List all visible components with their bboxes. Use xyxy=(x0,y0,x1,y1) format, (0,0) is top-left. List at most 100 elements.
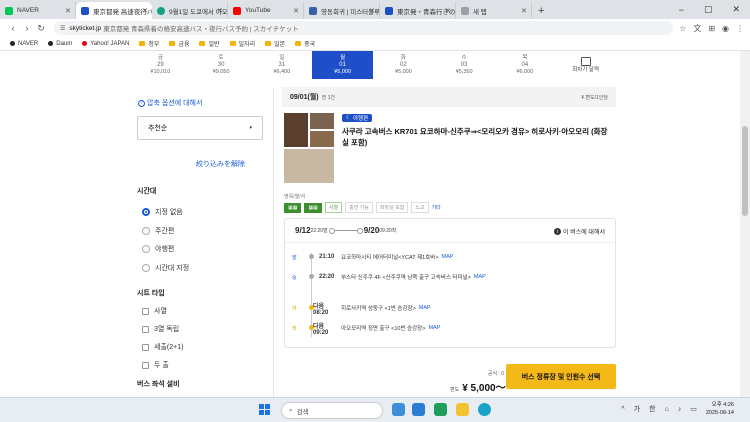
bus-tags: ▦▦ ▦▦ 사열 충전 가능 화장실 포함 노교 기타 xyxy=(284,202,441,213)
seat-section-title: 시트 타입 xyxy=(137,290,165,297)
close-icon[interactable]: ✕ xyxy=(293,7,299,15)
tab-new[interactable]: 새 탭 ✕ xyxy=(456,2,532,19)
volume-icon[interactable]: ♪ xyxy=(678,406,682,413)
date-option[interactable]: 수 03 ¥5,350 xyxy=(434,51,495,79)
bookmark-folder[interactable]: 금융 xyxy=(169,39,189,48)
close-icon[interactable]: ✕ xyxy=(217,7,223,15)
browser-toolbar: ‹ › ↻ ☰ skyticket.jp 東京都発 青森県着の格安高速バス・夜行… xyxy=(0,19,750,37)
moon-icon: ☾ xyxy=(346,115,351,121)
date-option[interactable]: 금 29 ¥10,010 xyxy=(130,51,191,79)
grid-favicon xyxy=(461,6,469,15)
map-link[interactable]: MAP xyxy=(474,274,486,280)
bookmark-folder[interactable]: 일본 xyxy=(265,39,285,48)
bookmark-folder[interactable]: 일자리 xyxy=(229,39,255,48)
minimize-button[interactable]: − xyxy=(679,5,684,15)
seat-option-2plus1[interactable]: 세출(2+1) xyxy=(142,342,183,352)
close-icon[interactable]: ✕ xyxy=(521,7,527,15)
close-icon[interactable]: ✕ xyxy=(445,7,451,15)
clock[interactable]: 오후 4:26 2025-08-14 xyxy=(706,401,734,417)
checkbox xyxy=(142,361,149,369)
more-tags-link[interactable]: 기타 xyxy=(432,204,441,211)
close-window-button[interactable]: ✕ xyxy=(732,4,740,15)
profile-icon[interactable]: ◉ xyxy=(722,24,729,33)
network-icon[interactable]: ⌂ xyxy=(665,406,669,413)
seat-option-3row[interactable]: 3열 독립 xyxy=(142,324,179,334)
tab-chatgpt[interactable]: 9월1일 도쿄에서 아오모 ✕ xyxy=(152,2,228,19)
edge-browser-icon[interactable] xyxy=(478,403,491,416)
time-option-any[interactable]: 지정 없음 xyxy=(142,207,183,217)
address-bar[interactable]: ☰ skyticket.jp 東京都発 青森県着の格安高速バス・夜行バス予約 |… xyxy=(54,21,674,35)
seat-option-2row[interactable]: 두 출 xyxy=(142,360,169,370)
search-icon: ⌕ xyxy=(289,406,293,414)
battery-icon[interactable]: ▭ xyxy=(690,405,697,413)
tab-mrblue[interactable]: 영동회귀 | 미스터블루 ✕ xyxy=(304,2,380,19)
bookmark-star-icon[interactable]: ☆ xyxy=(679,24,686,33)
app-icon-monitor[interactable] xyxy=(392,403,405,416)
translate-icon[interactable]: 文 xyxy=(693,23,701,34)
yahoo-icon xyxy=(82,41,88,46)
close-icon[interactable]: ✕ xyxy=(65,7,71,15)
tab-youtube[interactable]: YouTube ✕ xyxy=(228,2,304,19)
tab-skyticket-aomori[interactable]: 東京発・青森行きの高 ✕ xyxy=(380,2,456,19)
time-option-day[interactable]: 주간편 xyxy=(142,226,174,236)
menu-icon[interactable]: ⋮ xyxy=(736,24,744,33)
bus-info-link[interactable]: i이 버스에 대해서 xyxy=(554,227,605,236)
back-icon[interactable]: ‹ xyxy=(6,23,20,33)
bookmark-folder[interactable]: 정부 xyxy=(139,39,159,48)
select-stop-button[interactable]: 버스 정류장 및 인원수 선택 xyxy=(506,364,616,389)
forward-icon[interactable]: › xyxy=(20,23,34,33)
bookmark-naver[interactable]: NAVER xyxy=(10,41,38,47)
date-option-selected[interactable]: 월 01 ¥5,000 xyxy=(312,51,373,79)
tab-naver[interactable]: NAVER ✕ xyxy=(0,2,76,19)
ime-mode[interactable]: 가 xyxy=(634,404,640,414)
bookmark-yahoo[interactable]: Yahoo! JAPAN xyxy=(82,41,129,47)
bus-title[interactable]: 사쿠라 고속버스 KR701 요코하마-신주쿠⇒<모리오카 경유> 히로사키·아… xyxy=(342,126,614,148)
bookmark-folder[interactable]: 일반 xyxy=(199,39,220,48)
bookmark-folder[interactable]: 중국 xyxy=(295,39,315,48)
close-icon[interactable]: ✕ xyxy=(369,7,375,15)
map-link[interactable]: MAP xyxy=(428,325,440,331)
ime-language[interactable]: 한 xyxy=(649,404,655,414)
time-option-night[interactable]: 야행편 xyxy=(142,244,174,254)
site-info-icon[interactable]: ☰ xyxy=(60,25,65,32)
app-icon-tasks[interactable] xyxy=(412,403,425,416)
date-option[interactable]: 목 04 ¥6,000 xyxy=(495,51,556,79)
seat-option-4row[interactable]: 사열 xyxy=(142,306,167,316)
calendar-button[interactable]: 회차가 달력 xyxy=(555,51,616,79)
app-icon-calculator[interactable] xyxy=(434,403,447,416)
reload-icon[interactable]: ↻ xyxy=(34,23,48,34)
toolbar-icons: ☆ 文 ⊞ ◉ ⋮ xyxy=(679,23,744,34)
scrollbar-thumb[interactable] xyxy=(742,126,748,216)
sort-select[interactable]: 추천순 ▾ xyxy=(137,116,263,140)
page-content: 금 29 ¥10,010 토 30 ¥9,050 일 31 ¥6,400 월 01 ¥5,000… xyxy=(0,51,740,397)
tag: 충전 가능 xyxy=(345,202,373,213)
youtube-favicon xyxy=(233,6,241,15)
close-icon[interactable]: ✕ xyxy=(142,7,148,15)
filter-help-link[interactable]: ? 압축 옵션에 대해서 xyxy=(138,98,202,108)
file-explorer-icon[interactable] xyxy=(456,403,469,416)
bus-photos[interactable] xyxy=(284,113,336,183)
date-option[interactable]: 토 30 ¥9,050 xyxy=(191,51,252,79)
time-option-custom[interactable]: 시간대 지정 xyxy=(142,263,189,273)
page-scrollbar[interactable] xyxy=(740,51,750,397)
new-tab-button[interactable]: + xyxy=(538,5,544,17)
date-option[interactable]: 화 02 ¥5,000 xyxy=(373,51,434,79)
map-link[interactable]: MAP xyxy=(442,254,454,260)
naver-icon xyxy=(10,41,15,46)
date-option[interactable]: 일 31 ¥6,400 xyxy=(252,51,313,79)
reset-filter-link[interactable]: 絞り込みを解除 xyxy=(196,159,245,169)
result-date-header: 09/01(월) 전 1건 ¥ 편도/1인당 xyxy=(282,87,616,107)
extensions-icon[interactable]: ⊞ xyxy=(708,24,715,33)
map-link[interactable]: MAP xyxy=(419,305,431,311)
mrblue-favicon xyxy=(309,6,317,15)
equipment-section-title: 버스 좌석 설비 xyxy=(137,381,180,388)
folder-icon xyxy=(139,41,146,46)
taskbar-search[interactable]: ⌕ 검색 xyxy=(281,402,383,419)
maximize-button[interactable]: ▢ xyxy=(704,4,713,15)
tab-skyticket-tokyo[interactable]: 東京都発 高速夜行バス✕ xyxy=(76,2,152,19)
windows-start-icon[interactable] xyxy=(259,404,271,416)
window-controls: − ▢ ✕ xyxy=(679,0,750,19)
radio xyxy=(142,227,150,235)
chevron-up-icon[interactable]: ^ xyxy=(621,406,624,413)
bookmark-daum[interactable]: Daum xyxy=(48,41,72,47)
